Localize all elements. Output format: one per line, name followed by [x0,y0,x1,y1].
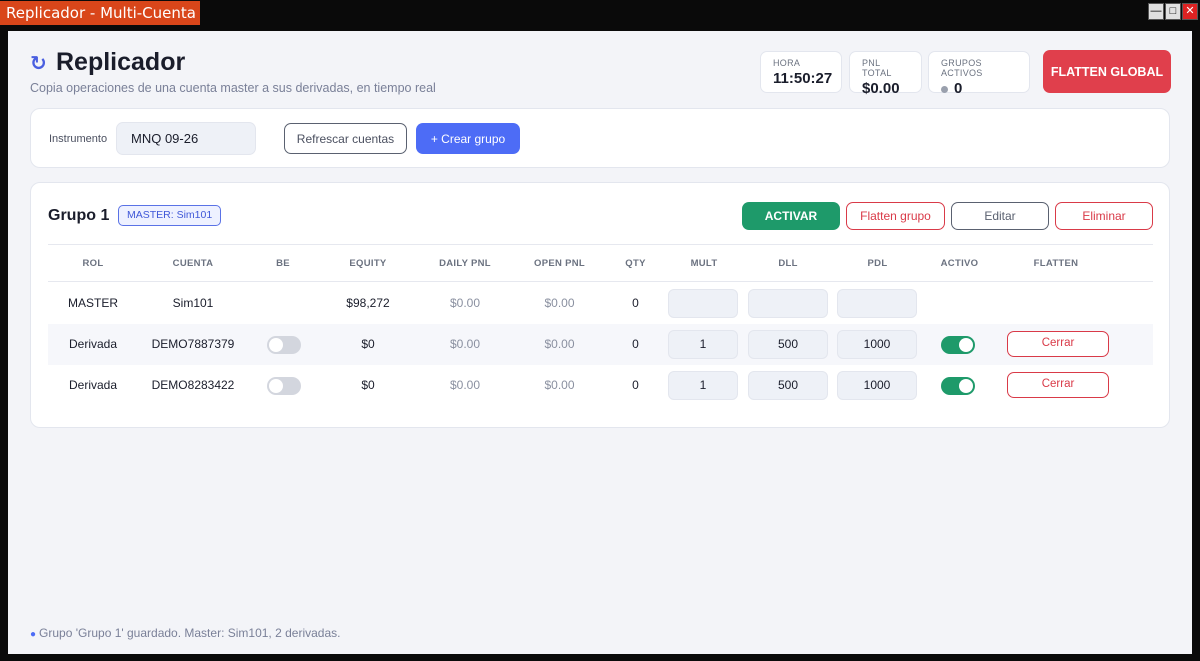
stat-hora: HORA 11:50:27 [760,51,842,93]
delete-button[interactable]: Eliminar [1055,202,1153,230]
status-bar: ● Grupo 'Grupo 1' guardado. Master: Sim10… [30,626,340,640]
dll-input[interactable] [748,289,828,318]
group-name: Grupo 1 [48,207,110,224]
toggle-knob [269,379,283,393]
cerrar-button[interactable]: Cerrar [1007,331,1109,357]
col-rol: ROL [82,258,104,269]
window-title: Replicador - Multi-Cuenta [0,1,200,25]
cell-cuenta: DEMO8283422 [151,378,235,392]
pdl-input[interactable]: 1000 [837,330,917,359]
cell-daily-pnl: $0.00 [449,337,481,351]
cell-rol: MASTER [67,296,118,310]
window-titlebar: Replicador - Multi-Cuenta — □ ✕ [0,0,1200,25]
cell-qty: 0 [632,296,639,310]
group-card: Grupo 1 MASTER: Sim101 ACTIVAR Flatten g… [30,182,1170,428]
stat-pnl-total: PNL TOTAL $0.00 [849,51,922,97]
stat-hora-value: 11:50:27 [773,70,833,87]
stat-hora-label: HORA [773,58,801,68]
cell-rol: Derivada [68,378,118,392]
toggle-knob [959,338,973,352]
mult-input[interactable] [668,289,738,318]
col-activo: ACTIVO [940,258,979,269]
toggle-knob [959,379,973,393]
pdl-input[interactable] [837,289,917,318]
col-open-pnl: OPEN PNL [534,258,585,269]
col-equity: EQUITY [349,258,387,269]
maximize-icon[interactable]: □ [1165,3,1181,20]
flatten-global-button[interactable]: FLATTEN GLOBAL [1043,50,1171,93]
col-daily-pnl: DAILY PNL [439,258,491,269]
minimize-icon[interactable]: — [1148,3,1164,20]
pdl-input[interactable]: 1000 [837,371,917,400]
table-header: ROL CUENTA BE EQUITY DAILY PNL OPEN PNL … [48,245,1153,282]
cell-open-pnl: $0.00 [544,337,575,351]
cell-daily-pnl: $0.00 [449,296,481,310]
table-row: Derivada DEMO7887379 $0 $0.00 $0.00 0 1 … [48,324,1153,365]
cell-equity: $0 [361,337,375,351]
status-dot-icon [941,85,948,93]
close-icon[interactable]: ✕ [1182,3,1198,20]
activate-button[interactable]: ACTIVAR [742,202,840,230]
toggle-knob [269,338,283,352]
cell-equity: $0 [361,378,375,392]
col-cuenta: CUENTA [172,258,214,269]
table-row-master: MASTER Sim101 $98,272 $0.00 $0.00 0 [48,283,1153,324]
stat-grupos-activos: GRUPOS ACTIVOS 0 [928,51,1030,97]
stat-grupos-value: 0 [954,80,963,97]
col-mult: MULT [690,258,718,269]
window-controls: — □ ✕ [1148,3,1198,20]
cell-cuenta: DEMO7887379 [151,337,235,351]
status-message: Grupo 'Grupo 1' guardado. Master: Sim101… [39,626,341,640]
cell-qty: 0 [632,337,639,351]
stat-pnl-value: $0.00 [862,80,900,97]
cell-cuenta: Sim101 [172,296,214,310]
stat-pnl-label: PNL TOTAL [862,58,892,78]
dll-input[interactable]: 500 [748,371,828,400]
col-dll: DLL [778,258,798,269]
col-qty: QTY [625,258,646,269]
col-flatten: FLATTEN [1033,258,1079,269]
be-toggle[interactable] [267,377,301,395]
refresh-accounts-button[interactable]: Refrescar cuentas [284,123,407,154]
dll-input[interactable]: 500 [748,330,828,359]
page-title: Replicador [56,48,186,76]
cell-open-pnl: $0.00 [544,296,575,310]
create-group-button[interactable]: + Crear grupo [416,123,520,154]
table-row: Derivada DEMO8283422 $0 $0.00 $0.00 0 1 … [48,365,1153,406]
col-be: BE [276,258,290,269]
stat-grupos-label: GRUPOS ACTIVOS [941,58,983,78]
activo-toggle[interactable] [941,336,975,354]
cell-open-pnl: $0.00 [544,378,575,392]
activo-toggle[interactable] [941,377,975,395]
cell-equity: $98,272 [346,296,390,310]
flatten-group-button[interactable]: Flatten grupo [846,202,945,230]
instrumento-input[interactable]: MNQ 09-26 [116,122,256,155]
app-content: ↻ Replicador Copia operaciones de una cu… [8,31,1192,654]
cerrar-button[interactable]: Cerrar [1007,372,1109,398]
refresh-icon: ↻ [30,53,47,75]
cell-rol: Derivada [68,337,118,351]
edit-button[interactable]: Editar [951,202,1049,230]
bottom-edge [0,654,1200,661]
master-badge: MASTER: Sim101 [118,205,222,226]
be-toggle[interactable] [267,336,301,354]
status-dot-icon: ● [30,629,37,640]
cell-qty: 0 [632,378,639,392]
page-subtitle: Copia operaciones de una cuenta master a… [30,81,436,95]
instrumento-label: Instrumento [49,133,108,145]
col-pdl: PDL [867,258,888,269]
cell-daily-pnl: $0.00 [449,378,481,392]
mult-input[interactable]: 1 [668,330,738,359]
toolbar-card: Instrumento MNQ 09-26 Refrescar cuentas … [30,108,1170,168]
mult-input[interactable]: 1 [668,371,738,400]
